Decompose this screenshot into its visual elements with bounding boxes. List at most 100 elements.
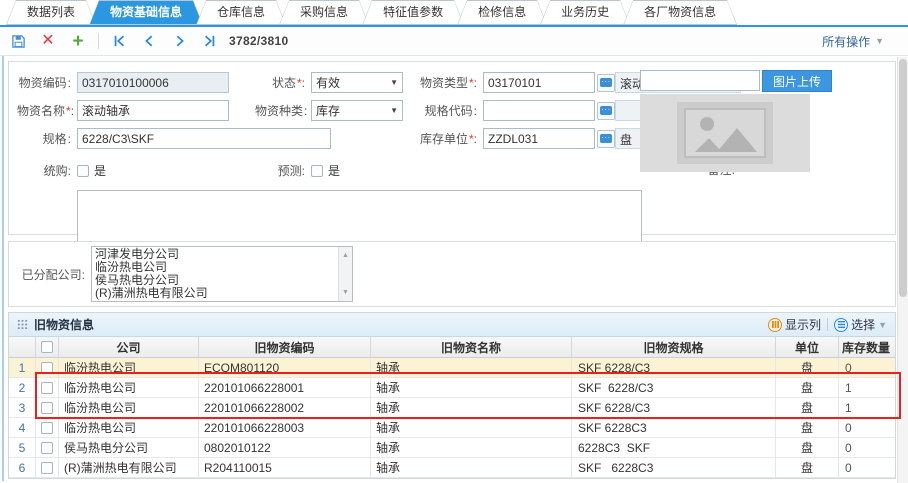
cell-stock-qty: 1 bbox=[839, 398, 893, 417]
table-row[interactable]: 2临汾热电公司220101066228001轴承SKF 6228/C3盘1 bbox=[9, 378, 895, 398]
tab-item[interactable]: 采购信息 bbox=[279, 0, 369, 25]
image-path-field[interactable] bbox=[640, 70, 760, 91]
column-header-old-name[interactable]: 旧物资名称 bbox=[371, 337, 572, 357]
spec-code-lookup-button[interactable]: ··· bbox=[597, 102, 615, 120]
tab-item[interactable]: 物资基础信息 bbox=[89, 0, 203, 25]
add-icon[interactable]: + bbox=[68, 31, 88, 51]
stock-unit-field[interactable] bbox=[483, 128, 595, 149]
nav-next-icon[interactable] bbox=[169, 31, 189, 51]
table-row[interactable]: 5侯马热电分公司0802010122轴承6228C3 SKF盘0 bbox=[9, 438, 895, 458]
table-row[interactable]: 6(R)蒲洲热电有限公司R204110015轴承SKF 6228C3盘0 bbox=[9, 458, 895, 478]
page-scrollbar-thumb[interactable] bbox=[899, 59, 907, 297]
tab-item[interactable]: 特征值参数 bbox=[362, 0, 464, 25]
cell-unit: 盘 bbox=[776, 358, 839, 377]
table-row[interactable]: 1临汾热电公司ECOM801120轴承SKF 6228/C3盘0 bbox=[9, 358, 895, 378]
grip-icon[interactable] bbox=[17, 319, 28, 330]
list-item[interactable]: (R)蒲洲热电有限公司 bbox=[95, 287, 336, 300]
nav-last-icon[interactable] bbox=[199, 31, 219, 51]
column-header-stock-qty[interactable]: 库存数量 bbox=[839, 337, 893, 357]
nav-prev-icon[interactable] bbox=[139, 31, 159, 51]
row-checkbox[interactable] bbox=[41, 382, 53, 394]
cell-old-code: 220101066228003 bbox=[199, 418, 371, 437]
tab-item[interactable]: 业务历史 bbox=[540, 0, 630, 25]
unified-purchase-checkbox[interactable] bbox=[77, 165, 89, 177]
row-number: 1 bbox=[9, 358, 36, 377]
section-title: 旧物资信息 bbox=[34, 316, 94, 333]
cell-old-name: 轴承 bbox=[371, 458, 572, 477]
row-checkbox[interactable] bbox=[41, 442, 53, 454]
spec-code-label: 规格代码: bbox=[419, 102, 483, 119]
delete-icon[interactable]: ✕ bbox=[38, 31, 58, 51]
select-label: 选择 bbox=[851, 316, 875, 333]
select-all-checkbox[interactable] bbox=[41, 341, 53, 353]
assigned-companies-items: 河津发电分公司临汾热电公司侯马热电分公司(R)蒲洲热电有限公司 bbox=[95, 248, 336, 300]
cell-old-spec: 6228C3 SKF bbox=[572, 438, 776, 457]
forecast-checkbox-row: 是 bbox=[311, 162, 403, 179]
remark-textarea[interactable] bbox=[77, 190, 642, 244]
cell-stock-qty: 0 bbox=[839, 458, 893, 477]
show-columns-button[interactable]: 显示列 bbox=[768, 316, 821, 333]
material-name-field[interactable] bbox=[77, 100, 229, 121]
stock-unit-label: 库存单位*: bbox=[419, 130, 483, 147]
material-category-select[interactable]: 库存▼ bbox=[311, 100, 403, 121]
material-code-field[interactable] bbox=[77, 72, 229, 93]
listbox-scrollbar[interactable]: ▲ ▼ bbox=[338, 247, 352, 301]
select-button[interactable]: 选择 ▼ bbox=[834, 316, 887, 333]
tab-item[interactable]: 仓库信息 bbox=[196, 0, 286, 25]
cell-unit: 盘 bbox=[776, 398, 839, 417]
listbox-scroll-up-icon[interactable]: ▲ bbox=[342, 249, 349, 262]
tab-item[interactable]: 数据列表 bbox=[6, 0, 96, 25]
stock-unit-lookup-button[interactable]: ··· bbox=[597, 130, 615, 148]
all-operations-button[interactable]: 所有操作 ▼ bbox=[822, 33, 884, 50]
tab-item[interactable]: 检修信息 bbox=[457, 0, 547, 25]
assigned-companies-listbox[interactable]: 河津发电分公司临汾热电公司侯马热电分公司(R)蒲洲热电有限公司 ▲ ▼ bbox=[91, 246, 353, 302]
row-checkbox-cell bbox=[36, 418, 59, 437]
select-icon bbox=[834, 318, 848, 332]
page-scrollbar[interactable] bbox=[897, 57, 908, 483]
cell-old-code: ECOM801120 bbox=[199, 358, 371, 377]
status-label: 状态*: bbox=[255, 74, 311, 91]
chevron-down-icon: ▼ bbox=[390, 78, 398, 87]
spec-field[interactable] bbox=[77, 128, 331, 149]
row-checkbox-cell bbox=[36, 358, 59, 377]
row-checkbox[interactable] bbox=[41, 362, 53, 374]
material-type-lookup-button[interactable]: ··· bbox=[597, 74, 615, 92]
column-header-old-spec[interactable]: 旧物资规格 bbox=[572, 337, 776, 357]
old-material-panel: 旧物资信息 显示列 选择 ▼ bbox=[8, 312, 896, 479]
column-header-old-code[interactable]: 旧物资编码 bbox=[199, 337, 371, 357]
row-checkbox[interactable] bbox=[41, 402, 53, 414]
material-type-field[interactable] bbox=[483, 72, 595, 93]
listbox-scroll-down-icon[interactable]: ▼ bbox=[342, 286, 349, 299]
cell-stock-qty: 0 bbox=[839, 418, 893, 437]
column-header-company[interactable]: 公司 bbox=[59, 337, 199, 357]
material-code-label: 物资编码: bbox=[17, 74, 77, 91]
assigned-companies-panel: 已分配公司: 河津发电分公司临汾热电公司侯马热电分公司(R)蒲洲热电有限公司 ▲… bbox=[8, 241, 896, 307]
image-upload-block: 图片上传 bbox=[640, 70, 840, 172]
column-header-unit[interactable]: 单位 bbox=[776, 337, 839, 357]
status-select[interactable]: 有效▼ bbox=[311, 72, 403, 93]
nav-first-icon[interactable] bbox=[109, 31, 129, 51]
tab-item[interactable]: 各厂物资信息 bbox=[623, 0, 737, 25]
content-area: 物资编码: 状态*: 有效▼ 物资类型*: ··· 滚动轴承 物资名称*: 物资… bbox=[0, 56, 908, 481]
image-placeholder bbox=[640, 94, 810, 172]
unified-purchase-checkbox-row: 是 bbox=[77, 162, 229, 179]
save-icon[interactable] bbox=[8, 31, 28, 51]
row-checkbox[interactable] bbox=[41, 462, 53, 474]
cell-old-name: 轴承 bbox=[371, 418, 572, 437]
row-number: 2 bbox=[9, 378, 36, 397]
row-checkbox-cell bbox=[36, 378, 59, 397]
forecast-checkbox[interactable] bbox=[311, 165, 323, 177]
left-accent-line bbox=[2, 56, 4, 481]
spec-code-field[interactable] bbox=[483, 100, 595, 121]
table-row[interactable]: 4临汾热电公司220101066228003轴承SKF 6228C3盘0 bbox=[9, 418, 895, 438]
table-row[interactable]: 3临汾热电公司220101066228002轴承SKF 6228/C3盘1 bbox=[9, 398, 895, 418]
material-form-panel: 物资编码: 状态*: 有效▼ 物资类型*: ··· 滚动轴承 物资名称*: 物资… bbox=[8, 61, 896, 235]
cell-company: 临汾热电公司 bbox=[59, 358, 199, 377]
tab-label: 检修信息 bbox=[478, 5, 526, 19]
select-all-header bbox=[36, 337, 59, 357]
row-number-header bbox=[9, 337, 36, 357]
ellipsis-icon: ··· bbox=[600, 78, 612, 87]
row-checkbox[interactable] bbox=[41, 422, 53, 434]
image-upload-button[interactable]: 图片上传 bbox=[762, 70, 832, 92]
cell-old-spec: SKF 6228C3 bbox=[572, 458, 776, 477]
